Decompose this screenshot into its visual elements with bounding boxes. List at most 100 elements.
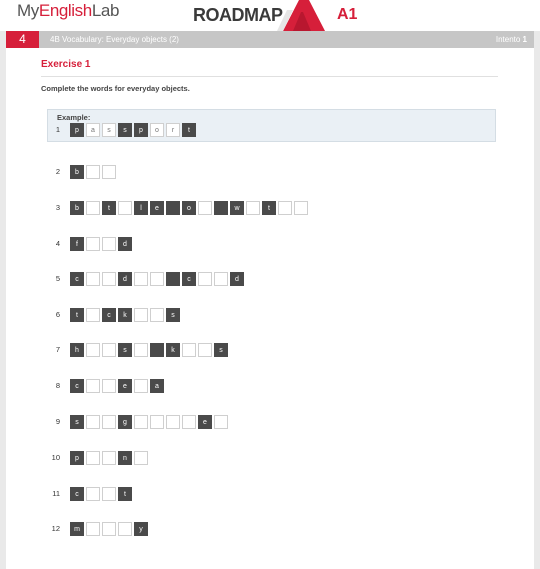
given-letter-tile: g [118,415,132,429]
letter-input-box[interactable] [102,522,116,536]
given-letter-tile: c [102,308,116,322]
given-letter-tile: f [70,237,84,251]
attempt-label: Intento [495,35,521,44]
letter-input-box[interactable] [102,272,116,286]
letter-input-box[interactable] [134,343,148,357]
given-letter-tile: s [118,123,132,137]
letter-input-box[interactable] [86,308,100,322]
letter-input-box[interactable] [102,237,116,251]
letter-input-box[interactable] [86,237,100,251]
given-letter-tile: m [70,522,84,536]
letter-input-box[interactable] [214,415,228,429]
given-letter-tile: e [150,201,164,215]
letter-input-box[interactable] [166,415,180,429]
letter-input-box[interactable] [214,272,228,286]
letter-input-box[interactable] [86,451,100,465]
myenglishlab-logo[interactable]: MyEnglishLab [17,1,119,21]
letter-input-box[interactable] [182,415,196,429]
letter-input-box[interactable] [86,165,100,179]
given-letter-tile: c [182,272,196,286]
given-letter-tile: p [70,123,84,137]
letter-input-box[interactable] [86,415,100,429]
letter-input-box[interactable] [102,343,116,357]
letter-input-box[interactable] [86,343,100,357]
given-letter-tile: y [134,522,148,536]
letter-input-box[interactable] [294,201,308,215]
roadmap-arrow-icon [277,0,325,31]
letter-input-box[interactable] [246,201,260,215]
given-letter-tile: k [118,308,132,322]
letter-input-box[interactable] [134,415,148,429]
example-row: 1passport [0,123,540,137]
letter-input-box[interactable] [102,415,116,429]
letter-input-box[interactable] [134,379,148,393]
letter-input-box[interactable] [102,487,116,501]
given-letter-tile [214,201,228,215]
given-letter-tile: d [118,272,132,286]
letter-input-box[interactable] [182,343,196,357]
letter-input-box[interactable] [150,415,164,429]
word-row: 3 b t le o w t [0,201,540,215]
given-letter-tile: l [134,201,148,215]
letter-input-box[interactable] [86,272,100,286]
attempt-value: 1 [522,35,527,44]
example-label: Example: [57,113,91,122]
given-letter-tile: k [166,343,180,357]
item-number: 10 [51,453,60,462]
letter-input-box[interactable] [102,379,116,393]
letter-input-box[interactable] [86,487,100,501]
logo-lab: Lab [91,1,120,20]
item-number: 8 [55,381,60,390]
word-row: 5 c d c d [0,272,540,286]
given-letter-tile: a [150,379,164,393]
word-row: 8 c e a [0,379,540,393]
app-header: MyEnglishLab ROADMAP A1 [0,0,540,31]
given-letter-tile: w [230,201,244,215]
item-number: 4 [55,239,60,248]
letter-input-box[interactable] [86,201,100,215]
item-number: 3 [55,203,60,212]
word-row: 7 h s k s [0,343,540,357]
letter-input-box[interactable] [278,201,292,215]
given-letter-tile: p [134,123,148,137]
given-letter-tile: s [70,415,84,429]
letter-input-box[interactable] [198,343,212,357]
unit-number: 4 [6,31,39,48]
item-number: 6 [55,310,60,319]
letter-input-box[interactable] [150,272,164,286]
logo-english: English [38,1,92,20]
given-letter-tile: t [70,308,84,322]
letter-input-box[interactable] [134,451,148,465]
example-answer-letter: s [102,123,116,137]
given-letter-tile [150,343,164,357]
letter-input-box[interactable] [118,522,132,536]
given-letter-tile: d [230,272,244,286]
item-number: 2 [55,167,60,176]
letter-input-box[interactable] [102,451,116,465]
item-number: 11 [52,489,60,498]
letter-input-box[interactable] [134,272,148,286]
example-answer-letter: r [166,123,180,137]
letter-input-box[interactable] [150,308,164,322]
letter-input-box[interactable] [86,379,100,393]
given-letter-tile: c [70,379,84,393]
letter-input-box[interactable] [198,272,212,286]
activity-breadcrumb: 4B Vocabulary: Everyday objects (2) [50,35,179,44]
word-row: 12 m y [0,522,540,536]
item-number: 7 [55,345,60,354]
given-letter-tile: p [70,451,84,465]
letter-input-box[interactable] [134,308,148,322]
given-letter-tile: s [166,308,180,322]
letter-input-box[interactable] [118,201,132,215]
letter-input-box[interactable] [198,201,212,215]
given-letter-tile: n [118,451,132,465]
letter-input-box[interactable] [102,165,116,179]
activity-bar: 4 4B Vocabulary: Everyday objects (2) In… [6,31,534,48]
given-letter-tile: s [118,343,132,357]
given-letter-tile: b [70,165,84,179]
letter-input-box[interactable] [86,522,100,536]
given-letter-tile: d [118,237,132,251]
given-letter-tile: s [214,343,228,357]
given-letter-tile: e [118,379,132,393]
given-letter-tile: h [70,343,84,357]
